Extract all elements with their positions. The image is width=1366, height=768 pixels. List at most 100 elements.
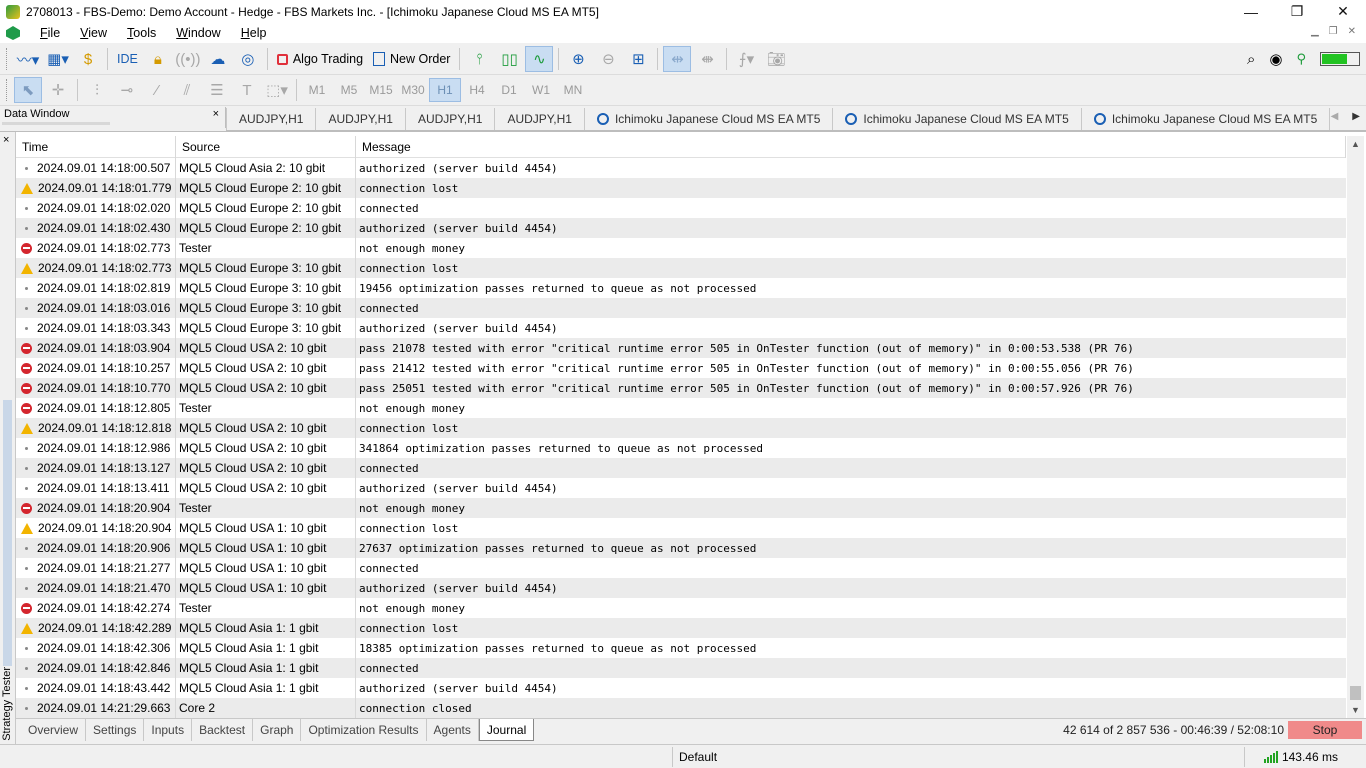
timeframe-h1[interactable]: H1 bbox=[429, 78, 461, 102]
signal-icon[interactable]: ((•)) bbox=[174, 46, 202, 72]
column-message[interactable]: Message bbox=[356, 136, 1346, 158]
chart-shift-icon[interactable]: ⇼ bbox=[693, 46, 721, 72]
journal-row[interactable]: 2024.09.01 14:18:02.819 MQL5 Cloud Europe… bbox=[16, 278, 1346, 298]
menu-help[interactable]: Help bbox=[231, 26, 277, 40]
chart-tab[interactable]: AUDJPY,H1 bbox=[316, 108, 406, 130]
chart-tab[interactable]: AUDJPY,H1 bbox=[406, 108, 496, 130]
horizontal-line-icon[interactable]: ⊸ bbox=[113, 77, 141, 103]
journal-row[interactable]: 2024.09.01 14:18:12.805 Tester not enough … bbox=[16, 398, 1346, 418]
tab-scroll-left-icon[interactable]: ◀ bbox=[1331, 111, 1339, 122]
scroll-down-icon[interactable]: ▼ bbox=[1347, 702, 1364, 718]
journal-row[interactable]: 2024.09.01 14:18:03.904 MQL5 Cloud USA 2:… bbox=[16, 338, 1346, 358]
bar-chart-icon[interactable]: ⫯ bbox=[465, 46, 493, 72]
tab-scroll-right-icon[interactable]: ▶ bbox=[1352, 111, 1360, 122]
menu-view[interactable]: View bbox=[70, 26, 117, 40]
timeframe-m15[interactable]: M15 bbox=[365, 78, 397, 102]
journal-row[interactable]: 2024.09.01 14:18:13.127 MQL5 Cloud USA 2:… bbox=[16, 458, 1346, 478]
channel-icon[interactable]: ⫽ bbox=[173, 77, 201, 103]
toolbar-grip[interactable] bbox=[6, 48, 9, 70]
tab-agents[interactable]: Agents bbox=[427, 719, 479, 741]
journal-row[interactable]: 2024.09.01 14:18:20.904 MQL5 Cloud USA 1:… bbox=[16, 518, 1346, 538]
trendline-icon[interactable]: ⁄ bbox=[143, 77, 171, 103]
journal-row[interactable]: 2024.09.01 14:18:42.846 MQL5 Cloud Asia 1… bbox=[16, 658, 1346, 678]
journal-row[interactable]: 2024.09.01 14:18:20.904 Tester not enough … bbox=[16, 498, 1346, 518]
journal-row[interactable]: 2024.09.01 14:18:01.779 MQL5 Cloud Europe… bbox=[16, 178, 1346, 198]
timeframe-m30[interactable]: M30 bbox=[397, 78, 429, 102]
timeframe-mn[interactable]: MN bbox=[557, 78, 589, 102]
column-time[interactable]: Time bbox=[16, 136, 176, 158]
journal-row[interactable]: 2024.09.01 14:18:03.343 MQL5 Cloud Europe… bbox=[16, 318, 1346, 338]
column-source[interactable]: Source bbox=[176, 136, 356, 158]
chart-tab[interactable]: AUDJPY,H1 bbox=[226, 108, 317, 130]
journal-row[interactable]: 2024.09.01 14:18:12.818 MQL5 Cloud USA 2:… bbox=[16, 418, 1346, 438]
journal-row[interactable]: 2024.09.01 14:18:02.020 MQL5 Cloud Europe… bbox=[16, 198, 1346, 218]
journal-row[interactable]: 2024.09.01 14:18:10.770 MQL5 Cloud USA 2:… bbox=[16, 378, 1346, 398]
menu-tools[interactable]: Tools bbox=[117, 26, 166, 40]
stop-button[interactable]: Stop bbox=[1288, 721, 1362, 739]
scroll-thumb[interactable] bbox=[1350, 686, 1361, 700]
tab-optimization-results[interactable]: Optimization Results bbox=[301, 719, 427, 741]
candlestick-icon[interactable]: ▯▯ bbox=[495, 46, 523, 72]
maximize-button[interactable]: ❐ bbox=[1274, 0, 1320, 23]
journal-row[interactable]: 2024.09.01 14:18:03.016 MQL5 Cloud Europe… bbox=[16, 298, 1346, 318]
journal-row[interactable]: 2024.09.01 14:18:42.306 MQL5 Cloud Asia 1… bbox=[16, 638, 1346, 658]
account-icon[interactable]: ◉ bbox=[1269, 50, 1282, 68]
tile-windows-icon[interactable]: ⊞ bbox=[624, 46, 652, 72]
journal-row[interactable]: 2024.09.01 14:18:21.277 MQL5 Cloud USA 1:… bbox=[16, 558, 1346, 578]
journal-row[interactable]: 2024.09.01 14:18:13.411 MQL5 Cloud USA 2:… bbox=[16, 478, 1346, 498]
cloud-icon[interactable]: ☁ bbox=[204, 46, 232, 72]
journal-row[interactable]: 2024.09.01 14:18:43.442 MQL5 Cloud Asia 1… bbox=[16, 678, 1346, 698]
timeframe-m5[interactable]: M5 bbox=[333, 78, 365, 102]
journal-row[interactable]: 2024.09.01 14:18:42.289 MQL5 Cloud Asia 1… bbox=[16, 618, 1346, 638]
toolbar-grip-2[interactable] bbox=[6, 79, 9, 101]
close-button[interactable]: ✕ bbox=[1320, 0, 1366, 23]
tab-settings[interactable]: Settings bbox=[86, 719, 145, 741]
journal-row[interactable]: 2024.09.01 14:18:20.906 MQL5 Cloud USA 1:… bbox=[16, 538, 1346, 558]
scroll-up-icon[interactable]: ▲ bbox=[1347, 136, 1364, 152]
screenshot-icon[interactable]: 📷︎ bbox=[762, 46, 790, 72]
mt5-menu-logo-icon[interactable] bbox=[6, 26, 20, 40]
tab-journal[interactable]: Journal bbox=[478, 719, 535, 741]
zoom-out-icon[interactable]: ⊖ bbox=[594, 46, 622, 72]
ide-button[interactable]: IDE bbox=[113, 46, 142, 72]
chart-type-icon[interactable]: 〰▾ bbox=[14, 46, 42, 72]
journal-row[interactable]: 2024.09.01 14:18:02.773 MQL5 Cloud Europe… bbox=[16, 258, 1346, 278]
new-order-button[interactable]: New Order bbox=[369, 46, 454, 72]
chart-tab-ea[interactable]: Ichimoku Japanese Cloud MS EA MT5 bbox=[585, 108, 834, 130]
journal-row[interactable]: 2024.09.01 14:18:21.470 MQL5 Cloud USA 1:… bbox=[16, 578, 1346, 598]
tab-overview[interactable]: Overview bbox=[16, 719, 87, 741]
search-icon[interactable]: ⌕ bbox=[1247, 51, 1255, 68]
journal-row[interactable]: 2024.09.01 14:18:00.507 MQL5 Cloud Asia 2… bbox=[16, 158, 1346, 178]
text-icon[interactable]: T bbox=[233, 77, 261, 103]
vertical-line-icon[interactable]: ⫶ bbox=[83, 77, 111, 103]
menu-window[interactable]: Window bbox=[166, 26, 230, 40]
auto-scroll-icon[interactable]: ⇹ bbox=[663, 46, 692, 72]
timeframe-d1[interactable]: D1 bbox=[493, 78, 525, 102]
timeframe-h4[interactable]: H4 bbox=[461, 78, 493, 102]
mdi-close-icon[interactable]: ✕ bbox=[1348, 26, 1356, 37]
mdi-restore-icon[interactable]: ❐ bbox=[1329, 26, 1338, 37]
chart-tab-ea[interactable]: Ichimoku Japanese Cloud MS EA MT5 bbox=[833, 108, 1082, 130]
lock-icon[interactable]: 🔒︎ bbox=[144, 46, 172, 72]
zoom-in-icon[interactable]: ⊕ bbox=[564, 46, 592, 72]
tester-side-grip[interactable] bbox=[3, 400, 12, 666]
journal-row[interactable]: 2024.09.01 14:18:02.773 Tester not enough … bbox=[16, 238, 1346, 258]
crosshair-icon[interactable]: ✛ bbox=[44, 77, 72, 103]
menu-file[interactable]: File bbox=[30, 26, 70, 40]
connection-status[interactable]: 143.46 ms bbox=[1263, 750, 1338, 764]
shapes-icon[interactable]: ⬚▾ bbox=[263, 77, 291, 103]
vps-globe-icon[interactable]: ◎ bbox=[234, 46, 262, 72]
tab-inputs[interactable]: Inputs bbox=[144, 719, 193, 741]
chart-tab-ea[interactable]: Ichimoku Japanese Cloud MS EA MT5 bbox=[1082, 108, 1331, 130]
market-icon[interactable]: $ bbox=[74, 46, 102, 72]
cursor-icon[interactable]: ⬉ bbox=[14, 77, 42, 103]
templates-icon[interactable]: ▦▾ bbox=[44, 46, 72, 72]
tab-graph[interactable]: Graph bbox=[253, 719, 302, 741]
mdi-minimize-icon[interactable]: ▁ bbox=[1311, 26, 1319, 37]
chart-tab[interactable]: AUDJPY,H1 bbox=[495, 108, 585, 130]
journal-row[interactable]: 2024.09.01 14:18:02.430 MQL5 Cloud Europe… bbox=[16, 218, 1346, 238]
journal-row[interactable]: 2024.09.01 14:18:42.274 Tester not enough … bbox=[16, 598, 1346, 618]
journal-scrollbar[interactable]: ▲ ▼ bbox=[1347, 136, 1364, 718]
timeframe-m1[interactable]: M1 bbox=[301, 78, 333, 102]
tester-close-button[interactable]: × bbox=[3, 134, 9, 146]
